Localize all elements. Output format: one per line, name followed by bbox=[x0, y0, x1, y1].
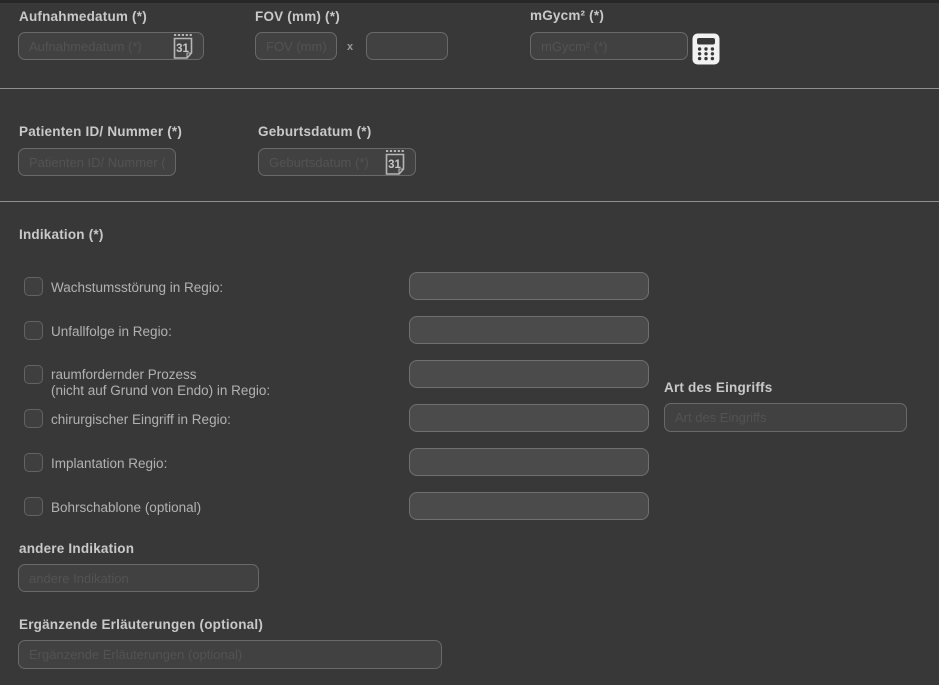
svg-text:31: 31 bbox=[388, 159, 401, 171]
dental-xray-order-form: Aufnahmedatum (*) 31 FOV (mm) (*) x mGyc… bbox=[0, 0, 939, 685]
fov-width-input[interactable] bbox=[255, 32, 337, 60]
ergaenzende-erlaeuterungen-input[interactable] bbox=[18, 640, 442, 669]
section-separator bbox=[0, 201, 939, 202]
calendar-icon[interactable]: 31 bbox=[383, 149, 407, 181]
checkbox-label[interactable]: Bohrschablone (optional) bbox=[51, 500, 201, 515]
checkbox-wachstumsstoerung[interactable] bbox=[24, 277, 43, 296]
fov-times-separator: x bbox=[347, 41, 353, 53]
regio-input-wachstumsstoerung[interactable] bbox=[409, 272, 649, 300]
regio-input-unfallfolge[interactable] bbox=[409, 316, 649, 344]
checkbox-bohrschablone[interactable] bbox=[24, 497, 43, 516]
regio-input-chirurgischer-eingriff[interactable] bbox=[409, 404, 649, 432]
aufnahmedatum-label: Aufnahmedatum (*) bbox=[19, 9, 147, 24]
art-des-eingriffs-label: Art des Eingriffs bbox=[664, 380, 772, 395]
fov-label: FOV (mm) (*) bbox=[255, 9, 340, 24]
section-separator bbox=[0, 88, 939, 89]
andere-indikation-label: andere Indikation bbox=[19, 541, 134, 556]
svg-text:31: 31 bbox=[176, 43, 189, 55]
fov-height-input[interactable] bbox=[366, 32, 448, 60]
checkbox-label[interactable]: Unfallfolge in Regio: bbox=[51, 324, 172, 339]
ergaenzende-erlaeuterungen-label: Ergänzende Erläuterungen (optional) bbox=[19, 617, 263, 632]
art-des-eingriffs-input[interactable] bbox=[664, 403, 907, 432]
checkbox-label[interactable]: Implantation Regio: bbox=[51, 456, 167, 471]
checkbox-label-line1: raumfordernder Prozess bbox=[51, 367, 270, 383]
mgycm-label: mGycm² (*) bbox=[530, 8, 604, 23]
mgycm-input[interactable] bbox=[530, 32, 688, 60]
checkbox-chirurgischer-eingriff[interactable] bbox=[24, 409, 43, 428]
checkbox-unfallfolge[interactable] bbox=[24, 321, 43, 340]
regio-input-bohrschablone[interactable] bbox=[409, 492, 649, 520]
andere-indikation-input[interactable] bbox=[18, 564, 259, 592]
regio-input-raumfordernder-prozess[interactable] bbox=[409, 360, 649, 388]
checkbox-label[interactable]: chirurgischer Eingriff in Regio: bbox=[51, 412, 231, 427]
patient-id-label: Patienten ID/ Nummer (*) bbox=[19, 124, 182, 139]
checkbox-label-line2: (nicht auf Grund von Endo) in Regio: bbox=[51, 383, 270, 399]
checkbox-label[interactable]: Wachstumsstörung in Regio: bbox=[51, 280, 223, 295]
geburtsdatum-label: Geburtsdatum (*) bbox=[258, 124, 371, 139]
top-edge-strip bbox=[0, 0, 939, 3]
calendar-icon[interactable]: 31 bbox=[171, 33, 195, 65]
checkbox-implantation[interactable] bbox=[24, 453, 43, 472]
calculator-icon[interactable] bbox=[692, 33, 720, 70]
patient-id-input[interactable] bbox=[18, 148, 176, 176]
checkbox-raumfordernder-prozess[interactable] bbox=[24, 365, 43, 384]
checkbox-label[interactable]: raumfordernder Prozess (nicht auf Grund … bbox=[51, 367, 270, 399]
indikation-title: Indikation (*) bbox=[19, 227, 104, 242]
regio-input-implantation[interactable] bbox=[409, 448, 649, 476]
